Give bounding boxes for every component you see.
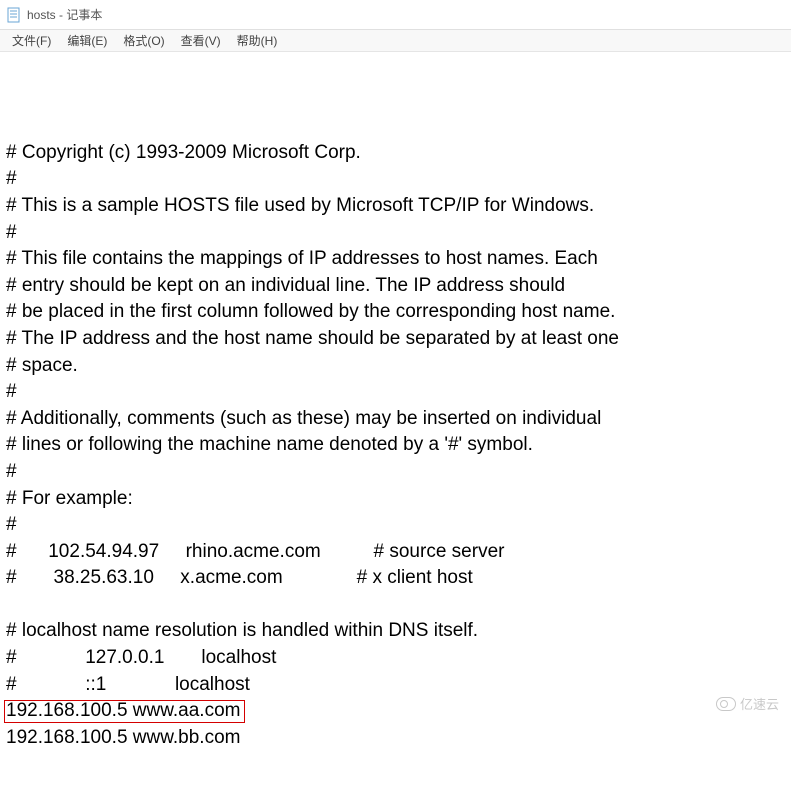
text-line: #	[6, 379, 785, 406]
text-line: # space.	[6, 353, 785, 380]
text-line: # 102.54.94.97 rhino.acme.com # source s…	[6, 539, 785, 566]
text-line: # ::1 localhost	[6, 672, 785, 699]
text-line: # 127.0.0.1 localhost	[6, 645, 785, 672]
notepad-icon	[6, 7, 22, 23]
watermark: 亿速云	[716, 694, 779, 713]
window-title: hosts - 记事本	[27, 6, 102, 23]
titlebar: hosts - 记事本	[0, 0, 791, 30]
text-line: # This file contains the mappings of IP …	[6, 246, 785, 273]
text-line: # Additionally, comments (such as these)…	[6, 406, 785, 433]
text-line: # 38.25.63.10 x.acme.com # x client host	[6, 565, 785, 592]
text-line	[6, 592, 785, 619]
text-line: #	[6, 220, 785, 247]
watermark-text: 亿速云	[740, 694, 779, 713]
text-line: # be placed in the first column followed…	[6, 299, 785, 326]
text-line: # The IP address and the host name shoul…	[6, 326, 785, 353]
menu-help[interactable]: 帮助(H)	[229, 30, 286, 51]
text-line: 192.168.100.5 www.aa.com	[6, 698, 785, 725]
menu-edit[interactable]: 编辑(E)	[59, 30, 115, 51]
text-line: 192.168.100.5 www.bb.com	[6, 725, 785, 752]
text-line: #	[6, 459, 785, 486]
text-line: # localhost name resolution is handled w…	[6, 618, 785, 645]
text-line: # Copyright (c) 1993-2009 Microsoft Corp…	[6, 140, 785, 167]
text-line: # For example:	[6, 486, 785, 513]
text-line: # lines or following the machine name de…	[6, 432, 785, 459]
text-editor-content[interactable]: # Copyright (c) 1993-2009 Microsoft Corp…	[0, 52, 791, 786]
text-line: # This is a sample HOSTS file used by Mi…	[6, 193, 785, 220]
text-line: # entry should be kept on an individual …	[6, 273, 785, 300]
menu-view[interactable]: 查看(V)	[173, 30, 229, 51]
text-line: #	[6, 512, 785, 539]
text-line: #	[6, 166, 785, 193]
menu-format[interactable]: 格式(O)	[115, 30, 172, 51]
cloud-icon	[716, 697, 736, 711]
menubar: 文件(F) 编辑(E) 格式(O) 查看(V) 帮助(H)	[0, 30, 791, 52]
menu-file[interactable]: 文件(F)	[4, 30, 59, 51]
